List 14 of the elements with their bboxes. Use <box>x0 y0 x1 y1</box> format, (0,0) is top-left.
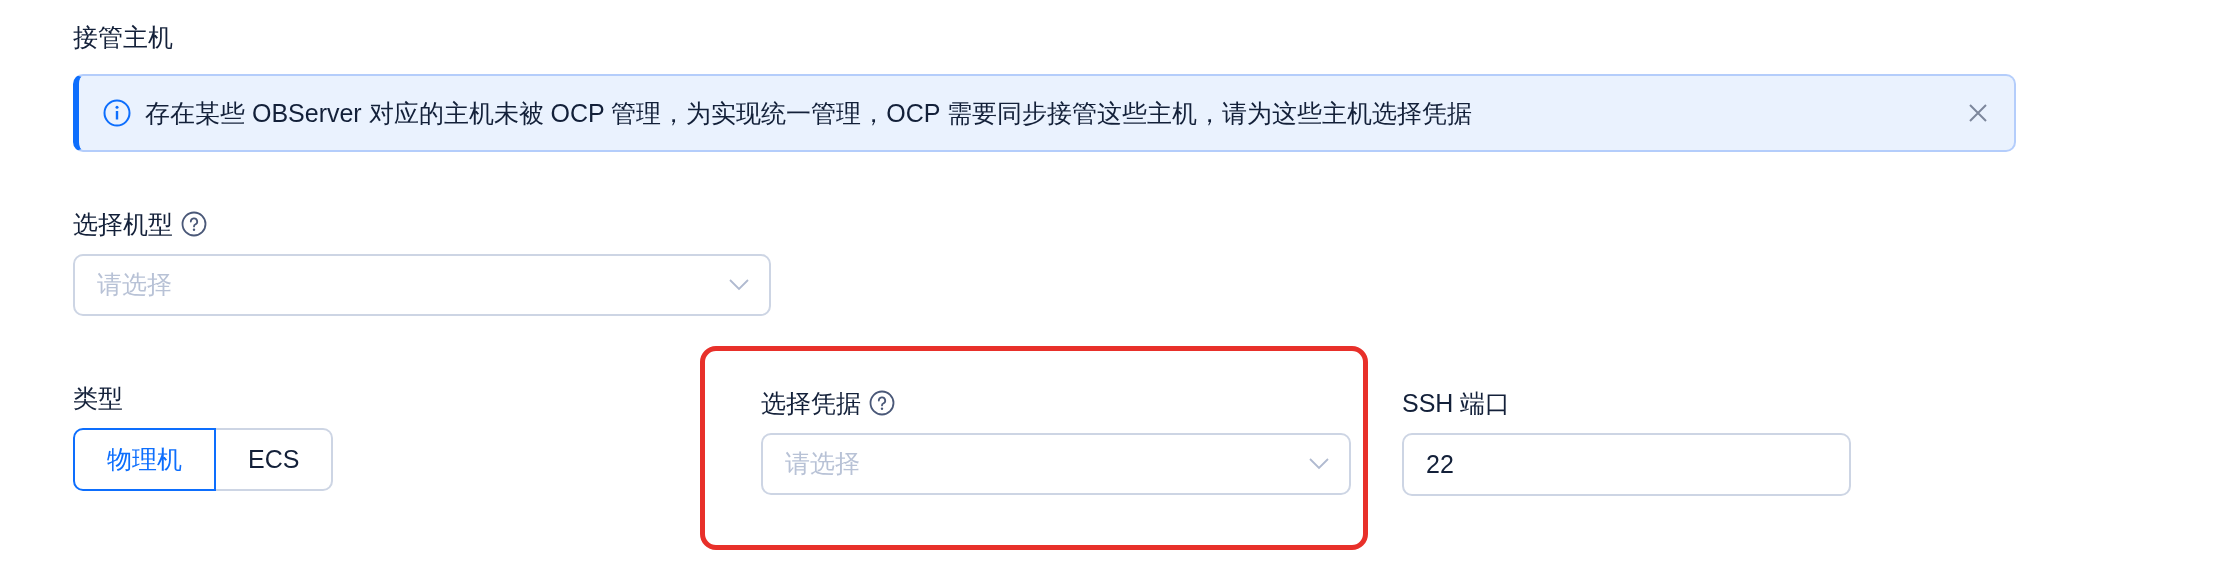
info-icon <box>103 99 131 127</box>
port-input[interactable]: 22 <box>1402 433 1851 496</box>
help-icon[interactable] <box>869 390 895 416</box>
segment-button[interactable]: ECS <box>216 428 334 491</box>
section-title: 接管主机 <box>73 22 174 53</box>
help-icon[interactable] <box>181 211 207 237</box>
field-label: 选择凭据 <box>761 388 861 419</box>
chevron-down-icon <box>729 279 749 291</box>
field-label: 选择机型 <box>73 209 173 240</box>
segment-button[interactable]: 物理机 <box>73 428 216 491</box>
alert-message: 存在某些 OBServer 对应的主机未被 OCP 管理，为实现统一管理，OCP 需要同步接管这些主机，请为这些主机选择凭据 <box>145 98 1473 128</box>
chevron-down-icon <box>1309 458 1329 470</box>
field-label: 类型 <box>73 383 123 414</box>
field-label: SSH 端口 <box>1402 388 1511 419</box>
